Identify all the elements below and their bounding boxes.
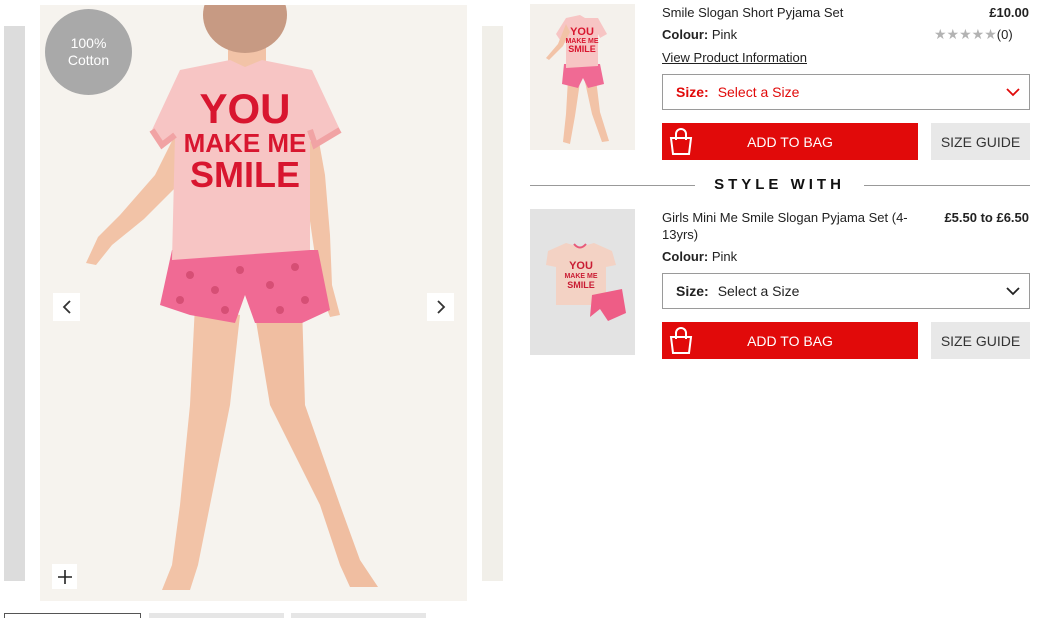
shopping-bag-icon	[669, 327, 693, 354]
style-with-heading: STYLE WITH	[714, 176, 845, 193]
divider-line-right	[864, 185, 1030, 186]
badge-material: Cotton	[67, 52, 110, 68]
plus-icon	[57, 569, 72, 584]
gallery-thumb-tab-3[interactable]	[291, 613, 426, 618]
related-size-guide-button[interactable]: SIZE GUIDE	[931, 322, 1030, 359]
related-size-select[interactable]: Size: Select a Size	[662, 273, 1030, 309]
related-product-price: £5.50 to £6.50	[944, 210, 1029, 225]
size-placeholder: Select a Size	[717, 84, 800, 100]
shirt-slogan-line3: SMILE	[190, 154, 300, 195]
related-add-to-bag-button[interactable]: ADD TO BAG	[662, 322, 918, 359]
add-to-bag-label: ADD TO BAG	[747, 133, 833, 150]
product-colour: Colour: Pink	[662, 27, 737, 42]
product-thumbnail[interactable]: YOU MAKE ME SMILE	[530, 4, 635, 150]
colour-label: Colour:	[662, 27, 709, 42]
thumb-slogan-line3: SMILE	[568, 44, 596, 54]
product-rating[interactable]: ★★★★★ (0)	[934, 26, 1013, 43]
shopping-bag-icon	[669, 128, 693, 155]
model-illustration: YOU MAKE ME SMILE	[40, 5, 467, 601]
gallery-next-button[interactable]	[427, 293, 454, 321]
star-rating-icon: ★★★★★	[934, 26, 997, 42]
gallery-next-image-peek[interactable]	[482, 26, 503, 581]
related-product-name[interactable]: Girls Mini Me Smile Slogan Pyjama Set (4…	[662, 209, 912, 243]
related-thumb-slogan-line2: MAKE ME	[564, 273, 597, 280]
divider-line-left	[530, 185, 695, 186]
related-product-thumbnail[interactable]: YOU MAKE ME SMILE	[530, 209, 635, 355]
related-colour-label: Colour:	[662, 249, 709, 264]
related-add-to-bag-label: ADD TO BAG	[747, 332, 833, 349]
view-product-info-link[interactable]: View Product Information	[662, 50, 807, 65]
related-size-label: Size:	[676, 283, 709, 299]
chevron-down-icon	[1006, 88, 1020, 97]
zoom-button[interactable]	[52, 564, 77, 589]
size-label: Size:	[676, 84, 709, 100]
colour-value: Pink	[711, 27, 738, 42]
chevron-down-icon	[1006, 287, 1020, 296]
gallery-thumb-tab-2[interactable]	[149, 613, 284, 618]
thumb-slogan-line1: YOU	[570, 26, 594, 38]
add-to-bag-button[interactable]: ADD TO BAG	[662, 123, 918, 160]
shirt-slogan-line1: YOU	[199, 85, 290, 132]
gallery-thumb-tab-1[interactable]	[4, 613, 141, 618]
chevron-right-icon	[436, 300, 445, 314]
product-price: £10.00	[989, 5, 1029, 20]
related-thumb-slogan-line3: SMILE	[567, 280, 595, 290]
related-product-colour: Colour: Pink	[662, 249, 737, 264]
cotton-badge: 100% Cotton	[45, 9, 132, 95]
style-with-divider: STYLE WITH	[530, 175, 1030, 195]
size-select[interactable]: Size: Select a Size	[662, 74, 1030, 110]
related-colour-value: Pink	[711, 249, 738, 264]
rating-count: (0)	[996, 27, 1013, 42]
badge-percent: 100%	[70, 35, 107, 51]
main-product-image: YOU MAKE ME SMILE	[40, 5, 467, 601]
gallery-prev-image-peek[interactable]	[4, 26, 25, 581]
product-name[interactable]: Smile Slogan Short Pyjama Set	[662, 4, 843, 21]
related-size-placeholder: Select a Size	[717, 283, 800, 299]
chevron-left-icon	[62, 300, 71, 314]
size-guide-button[interactable]: SIZE GUIDE	[931, 123, 1030, 160]
gallery-prev-button[interactable]	[53, 293, 80, 321]
related-thumb-slogan-line1: YOU	[569, 260, 593, 272]
